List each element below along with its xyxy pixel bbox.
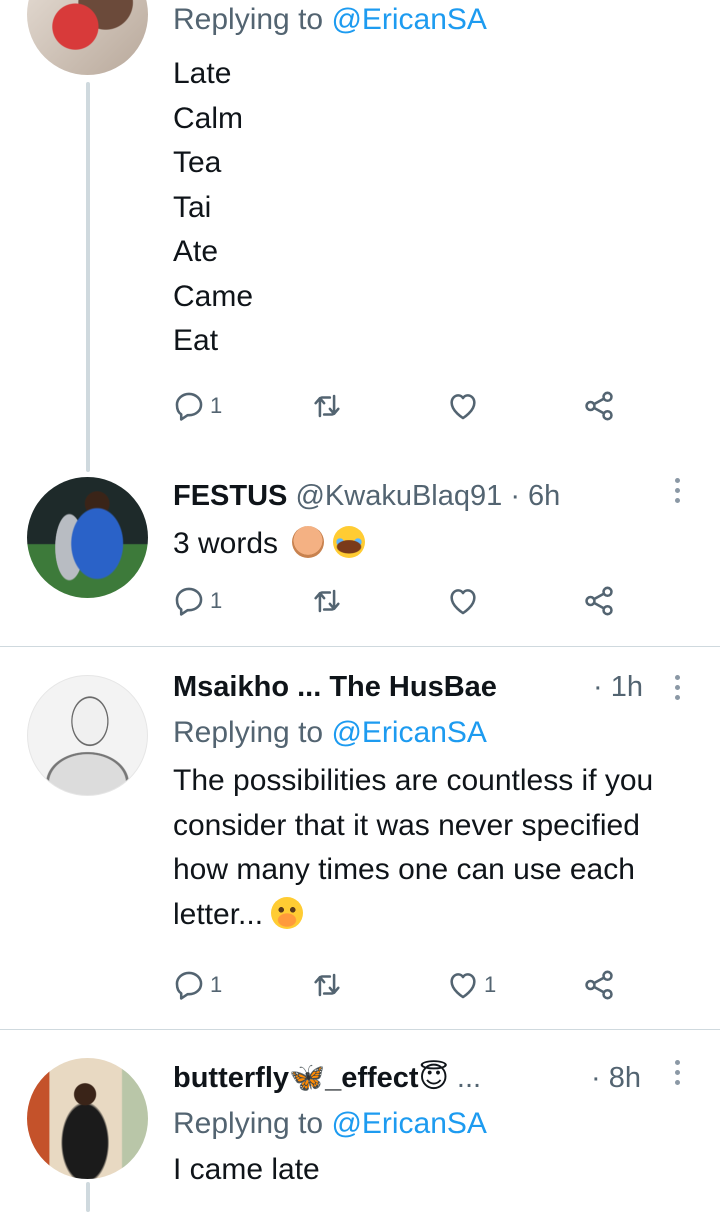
thread-line [86, 1182, 90, 1212]
like-button[interactable] [446, 386, 480, 426]
mention-link[interactable]: @EricanSA [331, 3, 487, 36]
text-line: Late [173, 57, 232, 90]
text-line: Tea [173, 146, 222, 179]
retweet-button[interactable] [310, 965, 344, 1005]
display-name[interactable]: FESTUS [173, 480, 287, 512]
reply-icon [175, 971, 203, 1000]
like-button[interactable]: 1 [446, 965, 496, 1005]
facepalm-emoji [292, 526, 325, 559]
heart-icon [450, 589, 476, 615]
tweet-text: Late Calm Tea Tai Ate Came Eat [173, 52, 680, 364]
replying-label: Replying to [173, 1107, 324, 1140]
like-count: 1 [484, 972, 497, 997]
share-button[interactable] [582, 965, 616, 1005]
tweet-4[interactable]: butterfly🦋_effect😇 ... · 8h Replying to … [0, 1030, 720, 1212]
text-content: The possibilities are countless if you c… [173, 764, 654, 931]
replying-to: Replying to @EricanSA [173, 1106, 680, 1142]
retweet-icon [314, 589, 340, 613]
text-line: Tai [173, 190, 212, 224]
retweet-icon [314, 973, 340, 997]
replying-label: Replying to [173, 716, 324, 749]
more-options-button[interactable] [672, 675, 682, 700]
mention-link[interactable]: @EricanSA [331, 1107, 487, 1140]
replying-to: Replying to @EricanSA [173, 715, 680, 751]
text-line: Came [173, 279, 254, 313]
text-content: I came late [173, 1153, 320, 1186]
heart-icon [450, 394, 476, 420]
replying-label: Replying to [173, 3, 324, 36]
reply-button[interactable]: 1 [172, 965, 222, 1005]
tweet-text: I came late [173, 1148, 680, 1193]
reply-icon [175, 392, 203, 421]
avatar[interactable] [27, 675, 148, 796]
share-button[interactable] [582, 386, 616, 426]
tweet-header: butterfly🦋_effect😇 ... · 8h [173, 1060, 680, 1096]
text-line: Eat [173, 324, 219, 357]
display-name[interactable]: Msaikho ... The HusBae [173, 671, 497, 703]
replying-to: Replying to @EricanSA [173, 2, 680, 38]
reply-count: 1 [210, 588, 223, 613]
heart-icon [450, 973, 476, 999]
text-line: Ate [173, 235, 219, 268]
share-icon [585, 970, 613, 1000]
timestamp[interactable]: · 8h [591, 1060, 641, 1096]
retweet-button[interactable] [310, 386, 344, 426]
reply-button[interactable]: 1 [172, 386, 222, 426]
timestamp[interactable]: · 6h [510, 480, 560, 512]
timestamp[interactable]: · 1h [593, 669, 643, 705]
retweet-button[interactable] [310, 581, 344, 621]
reply-button[interactable]: 1 [172, 581, 222, 621]
share-icon [585, 586, 613, 616]
tweet-1[interactable]: Replying to @EricanSA Late Calm Tea Tai … [0, 0, 720, 472]
reply-count: 1 [210, 972, 223, 997]
share-button[interactable] [582, 581, 616, 621]
hand-over-mouth-emoji [271, 896, 304, 929]
more-options-button[interactable] [672, 478, 682, 503]
name-truncation: ... [456, 1062, 482, 1094]
tweet-header: FESTUS @KwakuBlaq91 · 6h [173, 478, 680, 514]
tweet-text: 3 words [173, 522, 680, 567]
tweet-2[interactable]: FESTUS @KwakuBlaq91 · 6h 3 words 1 [0, 460, 720, 646]
text-content: 3 words [173, 527, 279, 560]
tweet-text: The possibilities are countless if you c… [173, 759, 693, 937]
avatar[interactable] [27, 1058, 148, 1179]
retweet-icon [314, 394, 340, 418]
handle[interactable]: @KwakuBlaq91 [295, 480, 502, 512]
avatar[interactable] [27, 477, 148, 598]
like-button[interactable] [446, 581, 480, 621]
display-name[interactable]: butterfly🦋_effect😇 [173, 1062, 449, 1094]
reply-icon [175, 587, 203, 616]
text-line: Calm [173, 101, 244, 135]
tweet-header: Msaikho ... The HusBae · 1h [173, 669, 680, 705]
thread-line [86, 82, 90, 472]
tweet-3[interactable]: Msaikho ... The HusBae · 1h Replying to … [0, 647, 720, 1029]
tweet-actions: 1 [172, 581, 632, 621]
tweet-actions: 1 [172, 386, 632, 426]
more-options-button[interactable] [672, 1060, 682, 1085]
mention-link[interactable]: @EricanSA [331, 716, 487, 749]
tweet-actions: 1 1 [172, 965, 632, 1005]
laughing-crying-emoji [332, 526, 365, 559]
share-icon [585, 391, 613, 421]
avatar[interactable] [27, 0, 148, 75]
reply-count: 1 [210, 393, 223, 418]
